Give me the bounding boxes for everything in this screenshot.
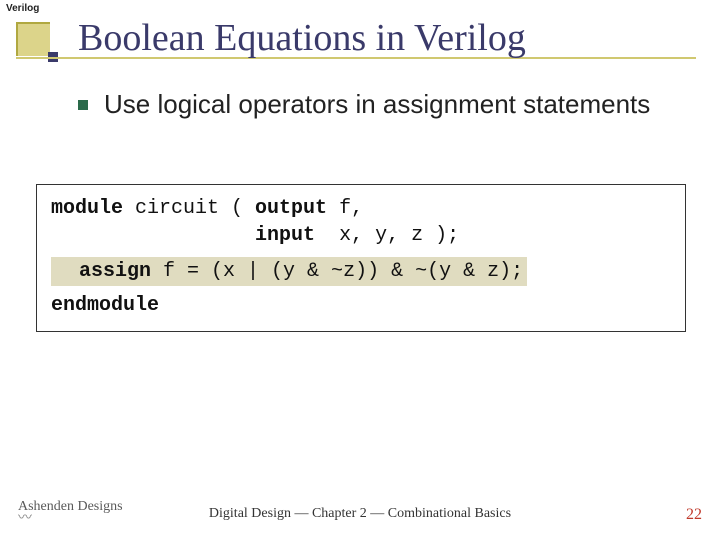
code-indent <box>55 260 79 283</box>
code-text: f, <box>327 197 363 220</box>
code-text: circuit ( <box>123 197 255 220</box>
body-content: Use logical operators in assignment stat… <box>78 88 678 121</box>
context-tag: Verilog <box>6 3 39 14</box>
footer-text: Digital Design — Chapter 2 — Combination… <box>0 506 720 522</box>
kw-input: input <box>255 224 315 247</box>
bullet-text: Use logical operators in assignment stat… <box>104 88 650 121</box>
code-indent <box>51 224 255 247</box>
kw-module: module <box>51 197 123 220</box>
kw-output: output <box>255 197 327 220</box>
header-accent-block <box>16 22 50 56</box>
code-block: module circuit ( output f, input x, y, z… <box>36 184 686 332</box>
slide-title: Boolean Equations in Verilog <box>78 16 526 60</box>
code-text: x, y, z ); <box>315 224 459 247</box>
bullet-icon <box>78 100 88 110</box>
kw-endmodule: endmodule <box>51 294 159 317</box>
highlighted-line: assign f = (x | (y & ~z)) & ~(y & z); <box>51 257 527 286</box>
code-expression: f = (x | (y & ~z)) & ~(y & z); <box>151 260 523 283</box>
bullet-item: Use logical operators in assignment stat… <box>78 88 678 121</box>
kw-assign: assign <box>79 260 151 283</box>
page-number: 22 <box>686 506 702 524</box>
